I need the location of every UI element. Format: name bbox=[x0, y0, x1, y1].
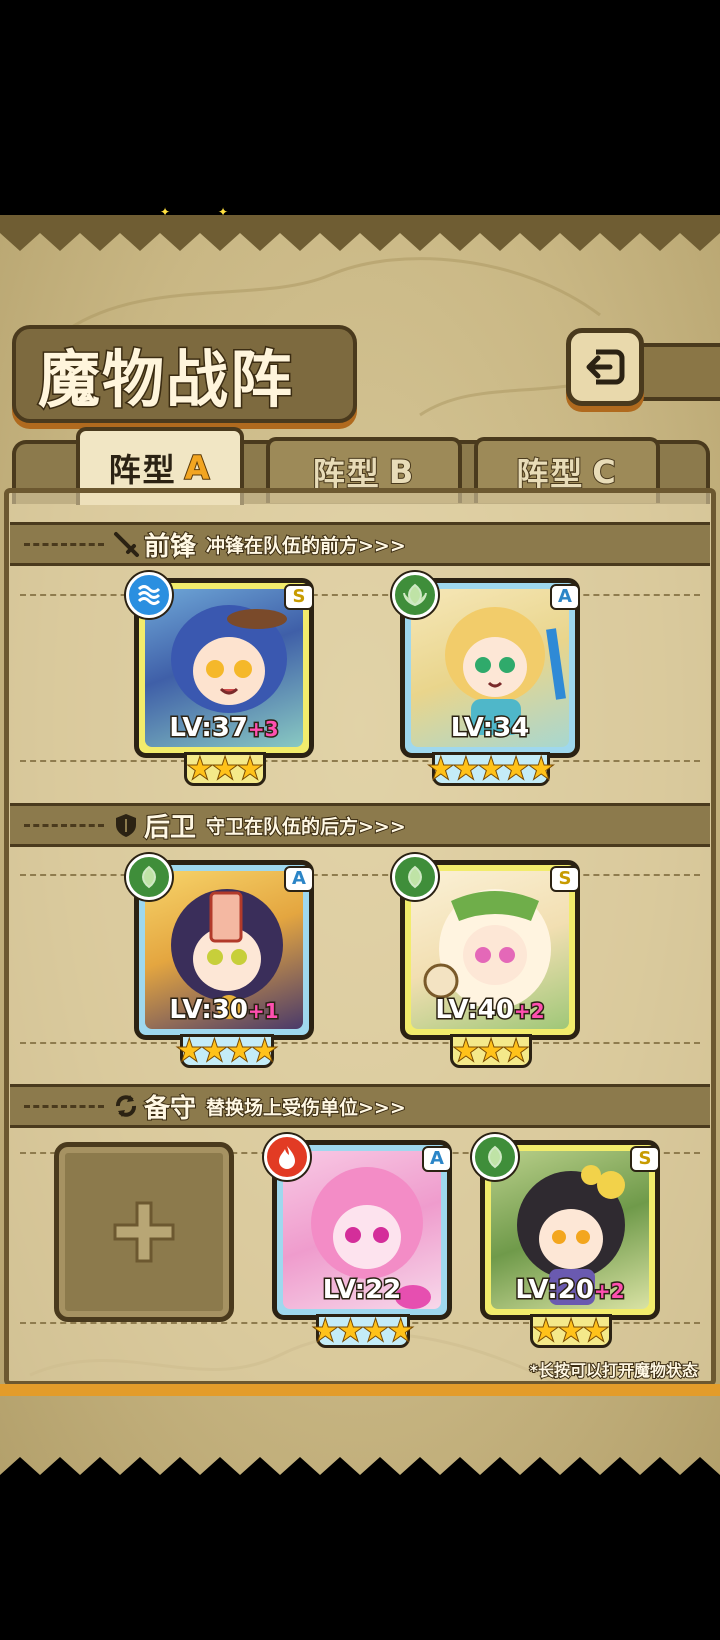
section-vanguard: 前锋 冲锋在队伍的前方>>> bbox=[10, 522, 710, 566]
nature-element-icon bbox=[472, 1134, 518, 1180]
empty-reserve-slot[interactable] bbox=[54, 1142, 234, 1322]
star-rating: ★★★ bbox=[530, 1314, 612, 1348]
return-arrow-icon bbox=[586, 349, 625, 385]
tab-label: 阵型 bbox=[108, 451, 177, 489]
nature-element-icon bbox=[392, 572, 438, 618]
monster-level: LV:30+1 bbox=[139, 994, 309, 1027]
level-value: LV:37 bbox=[168, 712, 250, 745]
rank-badge: A bbox=[550, 584, 580, 610]
sword-icon bbox=[114, 532, 139, 557]
tab-letter: B bbox=[388, 452, 416, 492]
star-rating: ★★★★★ bbox=[427, 752, 555, 786]
long-press-hint: *长按可以打开魔物状态 bbox=[529, 1360, 699, 1381]
dashed-rule bbox=[20, 874, 700, 876]
water-element-icon bbox=[126, 572, 172, 618]
back-button-tail bbox=[640, 343, 720, 401]
level-plus: +2 bbox=[592, 1278, 626, 1305]
section-title: 后卫 bbox=[143, 812, 197, 844]
monster-level: LV:34 bbox=[405, 712, 575, 745]
dashed-rule bbox=[20, 760, 700, 762]
stars-icon: ★★★★ bbox=[176, 1034, 278, 1067]
level-value: LV:40 bbox=[434, 994, 516, 1027]
rank-badge: S bbox=[550, 866, 580, 892]
dashed-rule bbox=[24, 1104, 104, 1108]
stars-icon: ★★★ bbox=[452, 1034, 529, 1067]
tab-letter: C bbox=[591, 452, 618, 492]
star-rating: ★★★ bbox=[450, 1034, 532, 1068]
stars-icon: ★★★★ bbox=[312, 1314, 414, 1347]
monster-level: LV:40+2 bbox=[405, 994, 575, 1027]
level-value: LV:30 bbox=[168, 994, 250, 1027]
section-desc: 冲锋在队伍的前方>>> bbox=[205, 534, 407, 558]
level-plus: +2 bbox=[512, 998, 546, 1025]
rank-badge: A bbox=[422, 1146, 452, 1172]
rank-badge: S bbox=[284, 584, 314, 610]
dashed-rule bbox=[24, 542, 104, 546]
panel-bottom-edge bbox=[0, 1384, 720, 1396]
dashed-rule bbox=[20, 594, 700, 596]
level-value: LV:22 bbox=[321, 1274, 403, 1307]
nature-element-icon bbox=[392, 854, 438, 900]
rank-badge: S bbox=[630, 1146, 660, 1172]
level-plus: +3 bbox=[246, 716, 280, 743]
shield-icon bbox=[116, 814, 136, 837]
rank-badge: A bbox=[284, 866, 314, 892]
level-value: LV:34 bbox=[449, 712, 531, 745]
nature-element-icon bbox=[126, 854, 172, 900]
section-title: 备守 bbox=[143, 1093, 197, 1125]
section-title: 前锋 bbox=[143, 531, 197, 563]
section-rearguard: 后卫 守卫在队伍的后方>>> bbox=[10, 803, 710, 847]
tab-letter: A bbox=[184, 448, 212, 488]
star-rating: ★★★ bbox=[184, 752, 266, 786]
dashed-rule bbox=[20, 1042, 700, 1044]
level-value: LV:20 bbox=[514, 1274, 596, 1307]
swap-icon bbox=[116, 1095, 136, 1117]
monster-level: LV:20+2 bbox=[485, 1274, 655, 1307]
plus-icon bbox=[113, 1201, 175, 1263]
section-desc: 替换场上受伤单位>>> bbox=[205, 1096, 407, 1120]
level-plus: +1 bbox=[246, 998, 280, 1025]
fire-element-icon bbox=[264, 1134, 310, 1180]
stars-icon: ★★★ bbox=[532, 1314, 609, 1347]
section-desc: 守卫在队伍的后方>>> bbox=[205, 815, 407, 839]
page-title: 魔物战阵 bbox=[36, 342, 295, 418]
stars-icon: ★★★ bbox=[186, 752, 263, 785]
back-button[interactable] bbox=[566, 328, 644, 406]
dashed-rule bbox=[24, 823, 104, 827]
monster-level: LV:37+3 bbox=[139, 712, 309, 745]
monster-level: LV:22 bbox=[277, 1274, 447, 1307]
star-rating: ★★★★ bbox=[176, 1034, 278, 1068]
section-reserve: 备守 替换场上受伤单位>>> bbox=[10, 1084, 710, 1128]
stars-icon: ★★★★★ bbox=[427, 752, 555, 785]
star-rating: ★★★★ bbox=[312, 1314, 414, 1348]
